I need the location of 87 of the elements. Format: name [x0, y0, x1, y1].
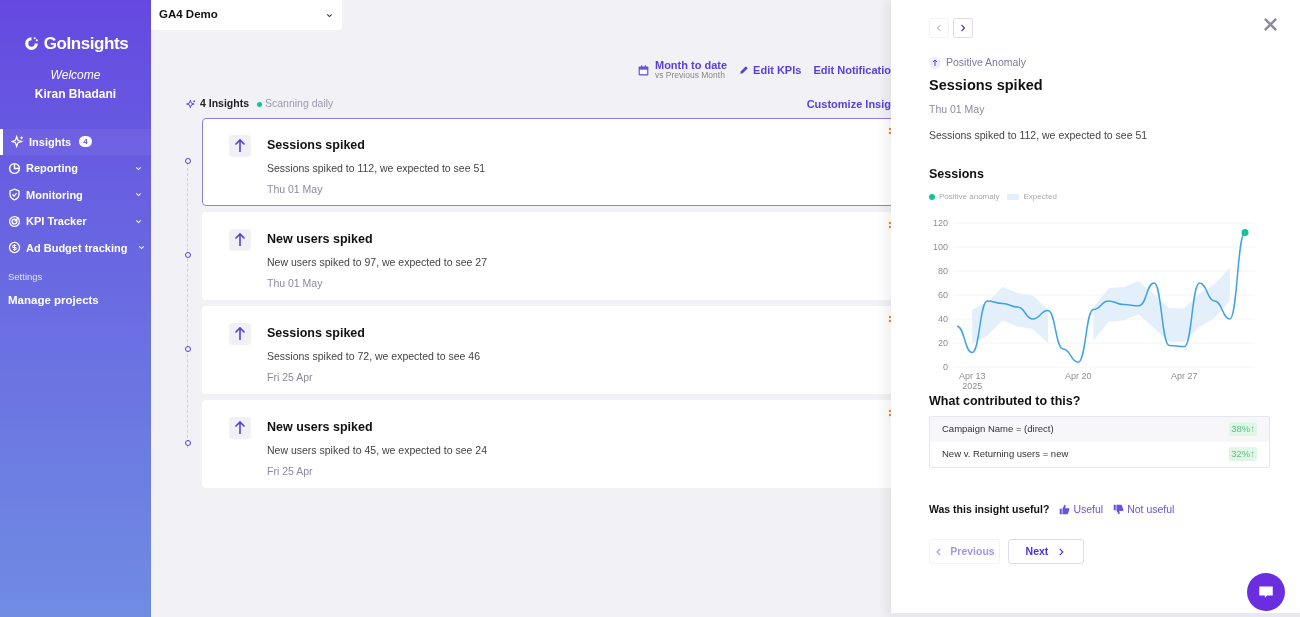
insight-detail: New users spiked to 97, we expected to see 27	[267, 255, 488, 271]
welcome-text: Welcome	[49, 66, 102, 84]
insight-title: Sessions spiked	[929, 75, 1044, 95]
shield-icon	[8, 188, 21, 202]
insight-card[interactable]: Sessions spiked Sessions spiked to 112, we expected to see 51 Thu 01 May	[202, 117, 891, 206]
axis-tick-label: Apr 27	[1171, 370, 1198, 381]
insight-date: Thu 01 May	[267, 276, 324, 291]
more-icon	[888, 408, 891, 417]
insight-detail: Sessions spiked to 112, we expected to see 51	[929, 128, 1149, 144]
insight-title: New users spiked	[267, 418, 374, 436]
comparison-label: vs Previous Month	[655, 70, 726, 80]
user-name: Kiran Bhadani	[33, 85, 118, 103]
insight-date: Fri 25 Apr	[267, 370, 314, 385]
dollar-icon	[8, 241, 21, 255]
toolbar-link[interactable]: Edit Notificatio	[813, 61, 891, 79]
target-icon	[8, 214, 21, 228]
thumbs-up-icon	[1059, 503, 1071, 515]
insight-card[interactable]: New users spiked New users spiked to 45, we expected to see 24 Fri 25 Apr	[202, 399, 891, 488]
sparkle-icon	[11, 135, 24, 149]
insight-title: New users spiked	[267, 230, 374, 248]
insight-date: Fri 25 Apr	[267, 464, 314, 479]
chart-title: Sessions	[929, 166, 985, 183]
axis-tick-label: 120	[932, 217, 948, 228]
status-text: Scanning daily	[265, 96, 334, 112]
date-range-button[interactable]: Month to date vs Previous Month	[637, 60, 728, 80]
section-label: Settings	[7, 270, 44, 284]
more-icon	[888, 220, 891, 229]
axis-tick-label: Apr 13 2025	[958, 370, 986, 391]
calendar-icon	[637, 63, 650, 77]
nav-item[interactable]: Insights 4	[0, 128, 151, 155]
insight-detail: Sessions spiked to 112, we expected to see 51	[267, 161, 486, 177]
arrow-up-icon	[229, 134, 251, 157]
feedback-link[interactable]: Not useful	[1113, 501, 1175, 518]
insight-count: 4 Insights	[200, 96, 249, 112]
insight-title: Sessions spiked	[267, 324, 366, 342]
nav-item[interactable]: Reporting	[0, 155, 151, 182]
sparkle-icon	[186, 99, 196, 110]
axis-tick-label: 80	[938, 265, 948, 276]
toolbar-link[interactable]: Edit KPIs	[739, 61, 802, 79]
legend-label: Positive anomaly	[939, 190, 1000, 203]
axis-tick-label: 40	[938, 313, 948, 324]
close-icon[interactable]	[1263, 17, 1278, 32]
table-cell-text: Campaign Name = (direct)	[942, 421, 1054, 436]
anomaly-point	[1241, 228, 1249, 236]
arrow-up-icon	[229, 322, 251, 345]
pie-chart-icon	[8, 161, 21, 175]
axis-tick-label: 0	[943, 361, 948, 372]
chat-button[interactable]	[1247, 573, 1285, 611]
more-icon	[888, 314, 891, 323]
insight-title: Sessions spiked	[267, 136, 366, 154]
arrow-up-icon	[229, 228, 251, 251]
insight-date: Thu 01 May	[267, 182, 324, 197]
project-select[interactable]: GA4 Demo	[151, 0, 342, 30]
nav-item[interactable]: Monitoring	[0, 181, 151, 208]
table-cell-text: New v. Returning users = new	[942, 446, 1069, 461]
logo-text: GoInsights	[43, 33, 129, 55]
insight-detail: Sessions spiked to 72, we expected to see 46	[267, 349, 481, 365]
next-button[interactable]: Next	[1008, 539, 1084, 565]
anomaly-type: Positive Anomaly	[946, 55, 1026, 70]
insight-card[interactable]: New users spiked New users spiked to 97, we expected to see 27 Thu 01 May	[202, 211, 891, 300]
next-button[interactable]	[953, 18, 973, 38]
nav-link[interactable]: Manage projects	[0, 292, 151, 310]
feedback-link[interactable]: Useful	[1059, 501, 1104, 518]
percent-badge: 38%↑	[1229, 421, 1257, 437]
percent-badge: 32%↑	[1229, 446, 1257, 462]
insight-date: Thu 01 May	[929, 101, 986, 117]
section-title: What contributed to this?	[929, 392, 1082, 410]
logo-icon	[22, 35, 40, 53]
nav-item[interactable]: Ad Budget tracking	[0, 234, 151, 261]
axis-tick-label: 20	[938, 337, 948, 348]
pencil-icon	[739, 65, 750, 75]
nav-item[interactable]: KPI Tracker	[0, 208, 151, 235]
axis-tick-label: 60	[938, 289, 948, 300]
feedback-question: Was this insight useful?	[929, 501, 1050, 517]
status-dot-icon	[257, 101, 262, 107]
customize-link[interactable]: Customize Insig	[806, 96, 891, 113]
arrow-up-icon	[229, 416, 251, 439]
insight-card[interactable]: Sessions spiked Sessions spiked to 72, we expected to see 46 Fri 25 Apr	[202, 305, 891, 394]
legend-label: Expected	[1023, 190, 1057, 203]
thumbs-down-icon	[1113, 503, 1125, 515]
arrow-up-icon	[929, 56, 941, 69]
count-badge: 4	[79, 136, 92, 148]
insight-detail: New users spiked to 45, we expected to see 24	[267, 443, 488, 459]
period-label: Month to date	[655, 60, 728, 70]
axis-tick-label: 100	[932, 241, 948, 252]
more-icon	[888, 126, 891, 135]
axis-tick-label: Apr 20	[1065, 370, 1092, 381]
